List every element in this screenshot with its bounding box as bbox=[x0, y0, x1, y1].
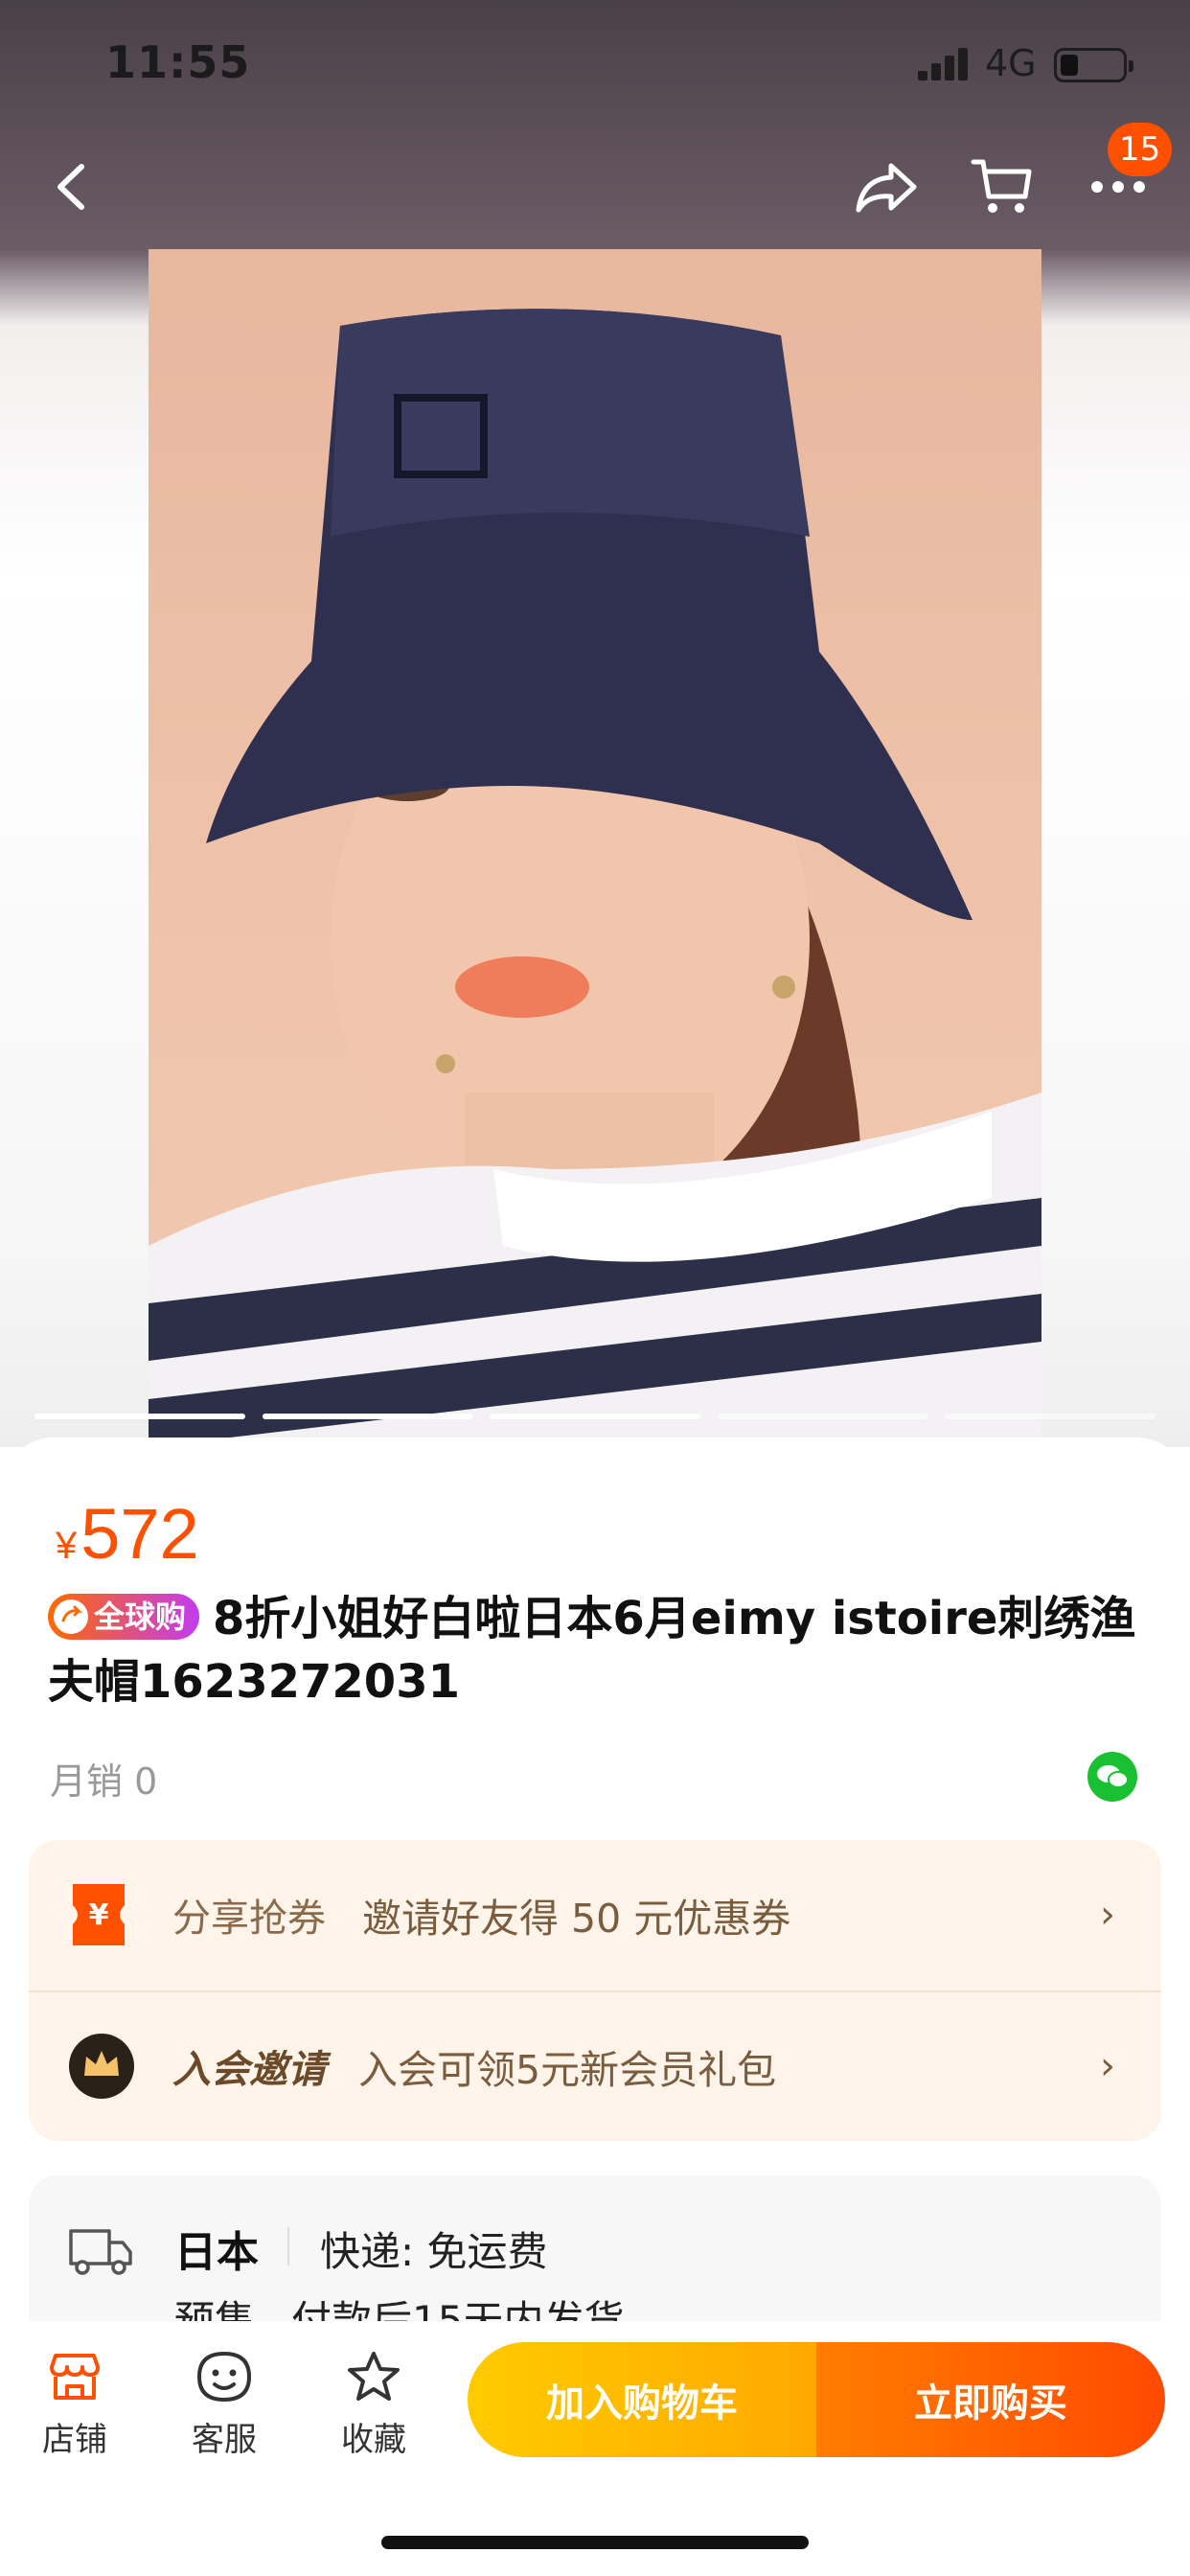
member-invite-label: 入会邀请 bbox=[172, 2048, 326, 2092]
global-buy-icon bbox=[54, 1599, 88, 1634]
favorite-label: 收藏 bbox=[341, 2421, 406, 2459]
store-label: 店铺 bbox=[42, 2421, 107, 2459]
buy-now-button[interactable]: 立即购买 bbox=[816, 2342, 1165, 2457]
gallery-progress bbox=[34, 1414, 1156, 1419]
ship-origin: 日本 bbox=[174, 2228, 259, 2277]
global-buy-label: 全球购 bbox=[94, 1598, 187, 1635]
share-coupon-row[interactable]: ¥ 分享抢券 邀请好友得 50 元优惠券 › bbox=[29, 1840, 1161, 1990]
cart-button[interactable] bbox=[958, 144, 1044, 230]
store-tab[interactable]: 店铺 bbox=[17, 2350, 132, 2460]
store-icon bbox=[50, 2354, 100, 2400]
ship-method: 快递: 免运费 bbox=[320, 2228, 548, 2275]
crown-icon bbox=[69, 2034, 134, 2099]
shopping-cart-icon bbox=[971, 159, 1032, 213]
favorite-tab[interactable]: 收藏 bbox=[316, 2350, 431, 2460]
gallery-progress-segment bbox=[945, 1414, 1156, 1419]
add-to-cart-button[interactable]: 加入购物车 bbox=[468, 2342, 816, 2457]
share-coupon-label: 分享抢券 bbox=[172, 1897, 326, 1941]
gallery-progress-segment bbox=[262, 1414, 473, 1419]
gallery-progress-segment bbox=[717, 1414, 928, 1419]
customer-service-icon bbox=[196, 2351, 252, 2403]
customer-service-tab[interactable]: 客服 bbox=[167, 2350, 282, 2460]
currency-symbol: ¥ bbox=[56, 1525, 78, 1567]
cellular-signal-icon bbox=[918, 48, 968, 80]
monthly-sales: 月销 0 bbox=[50, 1760, 158, 1803]
purchase-buttons: 加入购物车 立即购买 bbox=[468, 2342, 1165, 2457]
wechat-share-icon[interactable] bbox=[1087, 1752, 1137, 1802]
back-button[interactable] bbox=[29, 144, 115, 230]
member-invite-row[interactable]: 入会邀请 入会可领5元新会员礼包 › bbox=[29, 1991, 1161, 2141]
customer-service-label: 客服 bbox=[192, 2421, 257, 2459]
share-arrow-icon bbox=[856, 163, 917, 213]
network-type: 4G bbox=[985, 42, 1037, 84]
gallery-progress-segment bbox=[34, 1414, 245, 1419]
promotion-panel: ¥ 分享抢券 邀请好友得 50 元优惠券 › 入会邀请 入会可领5元新会员礼包 … bbox=[29, 1840, 1161, 2141]
member-invite-desc: 入会可领5元新会员礼包 bbox=[358, 2047, 777, 2093]
model-with-bucket-hat-image bbox=[149, 309, 1041, 1447]
status-bar: 11:55 4G bbox=[0, 0, 1190, 134]
product-title-block: 全球购 8折小姐好白啦日本6月eimy istoire刺绣渔夫帽16232720… bbox=[48, 1587, 1150, 1714]
gallery-progress-segment bbox=[490, 1414, 700, 1419]
svg-text:¥: ¥ bbox=[89, 1898, 109, 1932]
divider bbox=[287, 2227, 289, 2266]
star-icon bbox=[348, 2352, 400, 2401]
product-photo[interactable] bbox=[149, 249, 1041, 1447]
delivery-truck-icon bbox=[69, 2229, 132, 2275]
global-buy-badge: 全球购 bbox=[48, 1594, 200, 1640]
product-gallery[interactable]: 11:55 4G 15 bbox=[0, 0, 1190, 1447]
price-value: 572 bbox=[80, 1494, 199, 1574]
chevron-right-icon: › bbox=[1100, 2044, 1115, 2088]
coupon-ticket-icon: ¥ bbox=[73, 1884, 125, 1945]
product-price: ¥572 bbox=[56, 1493, 199, 1575]
notification-badge: 15 bbox=[1108, 123, 1173, 176]
status-time: 11:55 bbox=[105, 36, 251, 88]
chevron-right-icon: › bbox=[1100, 1893, 1115, 1937]
product-title: 8折小姐好白啦日本6月eimy istoire刺绣渔夫帽1623272031 bbox=[48, 1592, 1136, 1709]
share-coupon-desc: 邀请好友得 50 元优惠券 bbox=[362, 1896, 791, 1942]
share-button[interactable] bbox=[843, 144, 929, 230]
battery-icon bbox=[1054, 48, 1133, 82]
more-dots-icon bbox=[1091, 181, 1145, 193]
home-indicator[interactable] bbox=[381, 2536, 809, 2549]
chevron-left-icon bbox=[57, 164, 84, 210]
